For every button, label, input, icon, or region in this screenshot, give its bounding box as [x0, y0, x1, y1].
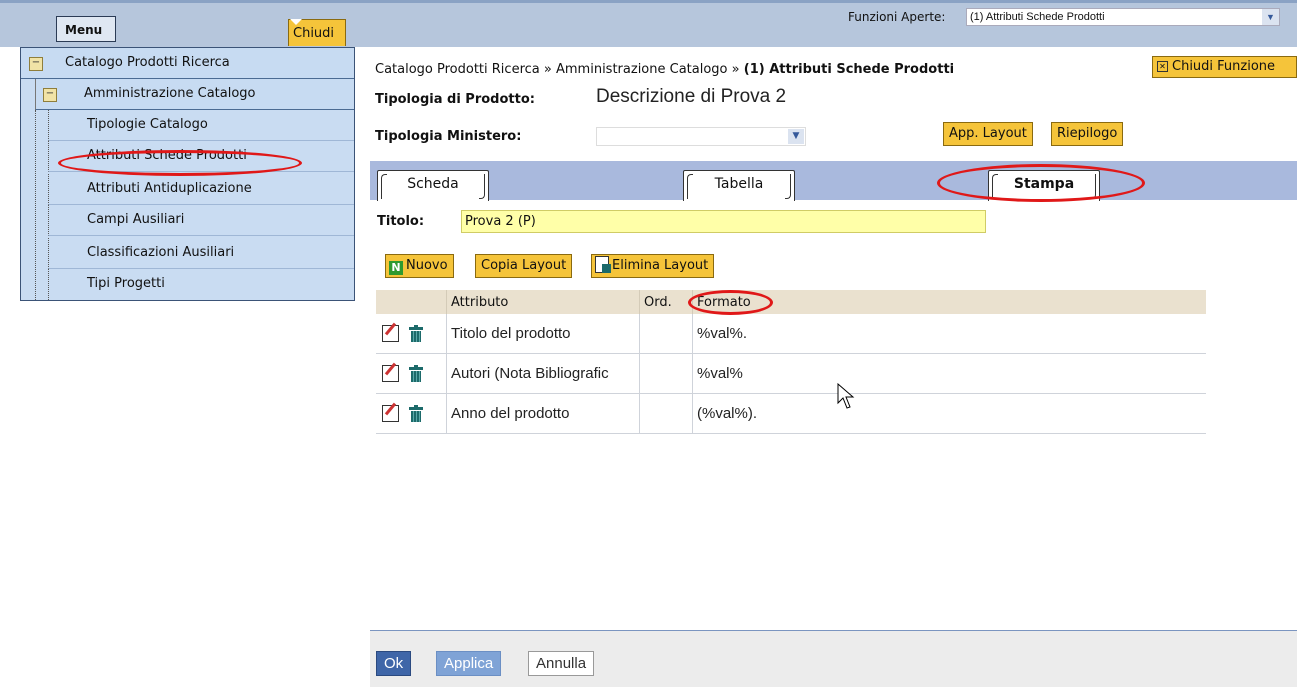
- ok-button[interactable]: Ok: [376, 651, 412, 676]
- cell-formato: %val%: [692, 353, 1206, 394]
- close-function-button[interactable]: ✕ Chiudi Funzione: [1152, 56, 1297, 78]
- delete-layout-label: Elimina Layout: [612, 258, 709, 273]
- cell-ord: [639, 353, 693, 394]
- edit-icon[interactable]: [382, 365, 399, 383]
- mouse-cursor-icon: [837, 383, 855, 409]
- sidebar-item-attributi-antiduplicazione[interactable]: Attributi Antiduplicazione: [48, 174, 354, 205]
- column-header-attributo: Attributo: [446, 290, 640, 314]
- tree-line: [35, 110, 36, 300]
- sidebar-item-amministrazione-catalogo[interactable]: − Amministrazione Catalogo: [35, 79, 354, 110]
- table-row: Titolo del prodotto %val%.: [376, 314, 1206, 354]
- title-input[interactable]: Prova 2 (P): [461, 210, 986, 233]
- collapse-icon[interactable]: −: [43, 88, 57, 102]
- sidebar-item-catalogo-prodotti-ricerca[interactable]: − Catalogo Prodotti Ricerca: [21, 48, 354, 79]
- cell-attributo: Anno del prodotto: [446, 393, 640, 434]
- tab-stampa[interactable]: Stampa: [988, 170, 1100, 201]
- close-function-label: Chiudi Funzione: [1172, 59, 1276, 74]
- copy-layout-button[interactable]: Copia Layout: [475, 254, 573, 278]
- product-type-label: Tipologia di Prodotto:: [375, 92, 535, 107]
- close-icon: ✕: [1157, 61, 1168, 72]
- sidebar-item-tipi-progetti[interactable]: Tipi Progetti: [48, 269, 354, 300]
- open-functions-label: Funzioni Aperte:: [848, 10, 946, 24]
- product-type-value: Descrizione di Prova 2: [596, 86, 787, 107]
- apply-layout-button[interactable]: App. Layout: [943, 122, 1033, 146]
- row-actions: [376, 393, 447, 434]
- delete-layout-button[interactable]: Elimina Layout: [591, 254, 715, 278]
- table-row: Anno del prodotto (%val%).: [376, 393, 1206, 434]
- cancel-button[interactable]: Annulla: [528, 651, 595, 676]
- breadcrumb-current: (1) Attributi Schede Prodotti: [743, 62, 955, 77]
- ministry-type-select[interactable]: ▼: [596, 127, 806, 146]
- breadcrumb-link[interactable]: Amministrazione Catalogo: [556, 62, 728, 77]
- row-actions: [376, 353, 447, 394]
- sidebar-menu: − Catalogo Prodotti Ricerca − Amministra…: [20, 47, 355, 301]
- menu-button[interactable]: Menu: [56, 16, 116, 42]
- top-bar-border: [0, 0, 1297, 3]
- tab-tabella[interactable]: Tabella: [683, 170, 795, 201]
- sidebar-item-classificazioni-ausiliari[interactable]: Classificazioni Ausiliari: [48, 238, 354, 269]
- cell-attributo: Titolo del prodotto: [446, 314, 640, 354]
- trash-icon[interactable]: [409, 325, 423, 343]
- new-button-label: Nuovo: [406, 258, 448, 273]
- new-button[interactable]: N Nuovo: [385, 254, 454, 278]
- tab-strip: Scheda Tabella Stampa: [370, 161, 1297, 201]
- actions-column-header: [376, 290, 447, 314]
- breadcrumb-separator: »: [543, 62, 552, 77]
- cell-ord: [639, 393, 693, 434]
- sidebar-item-tipologie-catalogo[interactable]: Tipologie Catalogo: [48, 110, 354, 141]
- collapse-icon[interactable]: −: [29, 57, 43, 71]
- edit-icon[interactable]: [382, 325, 399, 343]
- row-actions: [376, 314, 447, 354]
- trash-icon[interactable]: [409, 365, 423, 383]
- table-header: Attributo Ord. Formato: [376, 290, 1206, 314]
- attributes-table: Attributo Ord. Formato Titolo del prodot…: [376, 290, 1206, 434]
- close-menu-notch: [290, 19, 302, 25]
- column-header-ord: Ord.: [639, 290, 693, 314]
- tab-scheda[interactable]: Scheda: [377, 170, 489, 201]
- open-functions-select[interactable]: (1) Attributi Schede Prodotti ▼: [966, 8, 1280, 26]
- breadcrumb: Catalogo Prodotti Ricerca » Amministrazi…: [375, 62, 954, 77]
- trash-icon[interactable]: [409, 405, 423, 423]
- title-label: Titolo:: [377, 214, 425, 229]
- delete-document-icon: [595, 256, 611, 273]
- new-icon: N: [389, 261, 403, 275]
- breadcrumb-separator: »: [731, 62, 740, 77]
- cell-formato: %val%.: [692, 314, 1206, 354]
- breadcrumb-link[interactable]: Catalogo Prodotti Ricerca: [375, 62, 540, 77]
- cell-attributo: Autori (Nota Bibliografic: [446, 353, 640, 394]
- sidebar-item-attributi-schede-prodotti[interactable]: Attributi Schede Prodotti: [48, 141, 354, 172]
- edit-icon[interactable]: [382, 405, 399, 423]
- ministry-type-label: Tipologia Ministero:: [375, 129, 522, 144]
- sidebar-item-label: Catalogo Prodotti Ricerca: [65, 55, 230, 70]
- open-functions-value: (1) Attributi Schede Prodotti: [970, 11, 1105, 23]
- cell-ord: [639, 314, 693, 354]
- summary-button[interactable]: Riepilogo: [1051, 122, 1124, 146]
- cell-formato: (%val%).: [692, 393, 1206, 434]
- apply-button[interactable]: Applica: [436, 651, 502, 676]
- table-row: Autori (Nota Bibliografic %val%: [376, 353, 1206, 394]
- bottom-action-bar: Ok Applica Annulla: [370, 630, 1297, 687]
- chevron-down-icon[interactable]: ▼: [788, 129, 804, 144]
- chevron-down-icon[interactable]: ▼: [1262, 9, 1279, 25]
- sidebar-item-campi-ausiliari[interactable]: Campi Ausiliari: [48, 205, 354, 236]
- column-header-formato: Formato: [692, 290, 1206, 314]
- sidebar-item-label: Amministrazione Catalogo: [84, 86, 256, 101]
